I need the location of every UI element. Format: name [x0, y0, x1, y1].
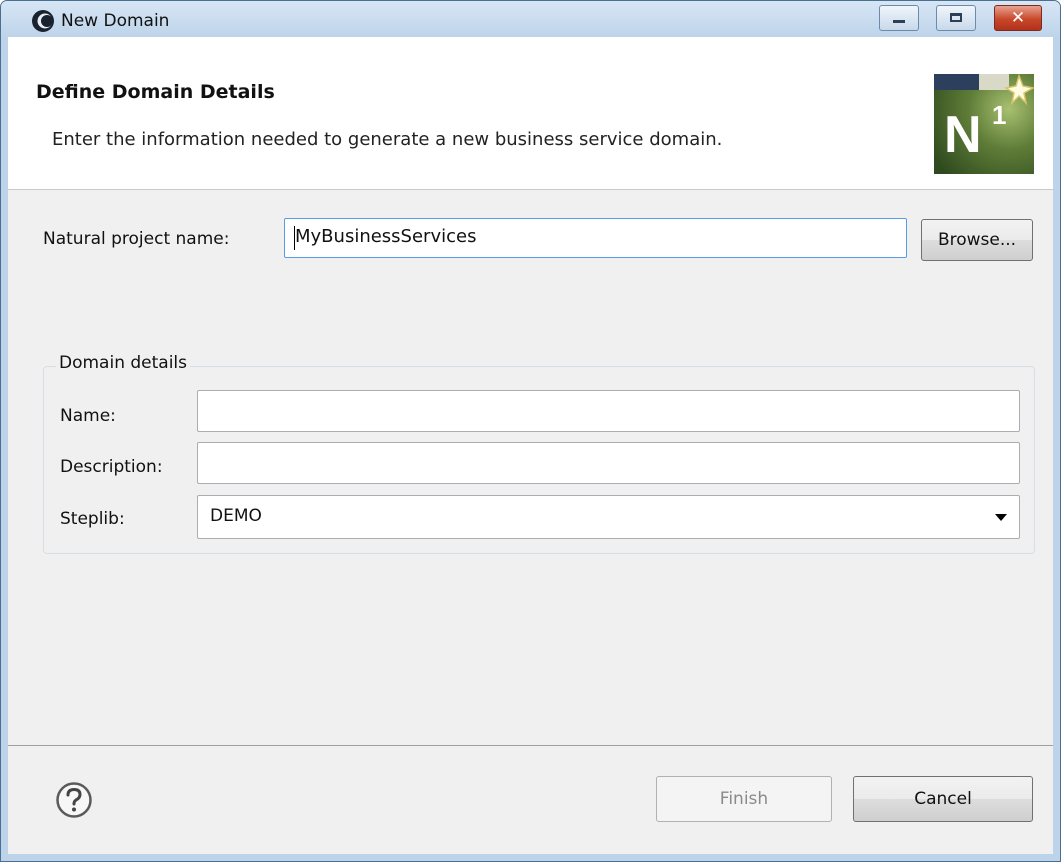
- window-title: New Domain: [61, 11, 170, 31]
- project-name-value: MyBusinessServices: [295, 226, 477, 247]
- natural-one-logo-icon: N 1: [934, 74, 1034, 174]
- minimize-icon: [893, 20, 905, 23]
- name-label: Name:: [60, 406, 116, 426]
- project-name-input[interactable]: MyBusinessServices: [284, 218, 907, 258]
- steplib-dropdown[interactable]: DEMO: [197, 495, 1020, 539]
- domain-details-group-title: Domain details: [56, 353, 191, 373]
- maximize-icon: [950, 13, 962, 22]
- eclipse-icon: [32, 10, 54, 32]
- title-bar[interactable]: New Domain ✕: [1, 1, 1060, 37]
- steplib-label: Steplib:: [60, 509, 125, 529]
- finish-button[interactable]: Finish: [656, 776, 832, 822]
- description-input[interactable]: [197, 442, 1020, 484]
- steplib-selected-value: DEMO: [210, 506, 262, 526]
- close-icon: ✕: [1010, 8, 1026, 28]
- logo-superscript: 1: [992, 100, 1006, 130]
- logo-letter: N: [944, 106, 982, 164]
- wizard-header: Define Domain Details Enter the informat…: [8, 37, 1053, 190]
- name-input[interactable]: [197, 390, 1020, 432]
- dialog-client-area: Define Domain Details Enter the informat…: [8, 37, 1053, 854]
- maximize-button[interactable]: [936, 5, 976, 31]
- close-button[interactable]: ✕: [994, 5, 1042, 31]
- text-caret: [294, 226, 295, 250]
- wizard-footer: Finish Cancel: [8, 746, 1053, 854]
- project-name-label: Natural project name:: [43, 229, 230, 249]
- minimize-button[interactable]: [879, 5, 919, 31]
- description-label: Description:: [60, 457, 163, 477]
- wizard-page-body: Natural project name: MyBusinessServices…: [8, 190, 1053, 746]
- browse-button[interactable]: Browse...: [921, 219, 1033, 261]
- help-icon[interactable]: [55, 781, 93, 819]
- cancel-button[interactable]: Cancel: [853, 776, 1033, 822]
- chevron-down-icon: [995, 514, 1007, 521]
- page-description: Enter the information needed to generate…: [52, 129, 723, 150]
- dialog-window: New Domain ✕ Define Domain Details Enter…: [0, 0, 1061, 862]
- page-title: Define Domain Details: [36, 81, 275, 103]
